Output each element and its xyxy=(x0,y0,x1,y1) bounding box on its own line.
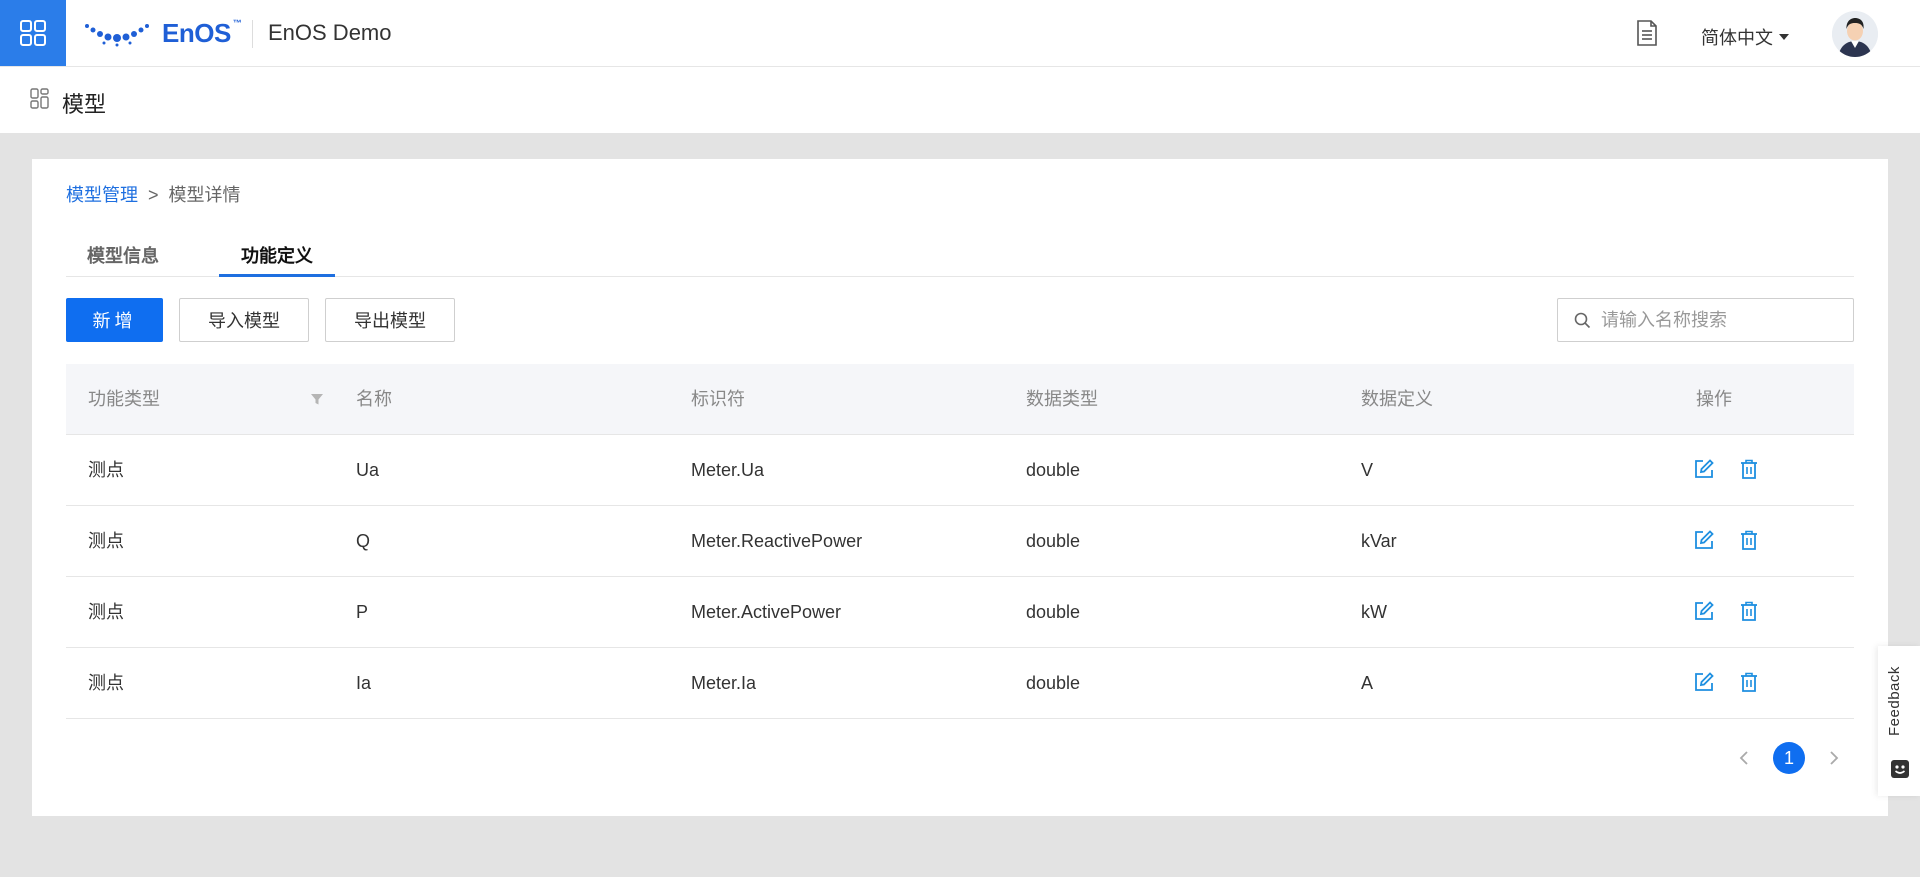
edit-icon[interactable] xyxy=(1694,530,1714,550)
cell-name: Ua xyxy=(356,460,380,480)
edit-icon[interactable] xyxy=(1694,601,1714,621)
document-icon[interactable] xyxy=(1634,19,1660,47)
delete-icon[interactable] xyxy=(1740,459,1758,479)
breadcrumb-separator: > xyxy=(148,185,159,205)
cell-data-definition: kVar xyxy=(1361,531,1397,551)
caret-down-icon xyxy=(1779,34,1789,40)
tab-bar: 模型信息 功能定义 xyxy=(66,242,1854,277)
add-button[interactable]: 新增 xyxy=(66,298,163,342)
cell-function-type: 测点 xyxy=(88,531,124,551)
cell-data-type: double xyxy=(1026,673,1081,693)
app-switcher-button[interactable] xyxy=(0,0,66,66)
cell-name: Ia xyxy=(356,673,372,693)
edit-icon[interactable] xyxy=(1694,459,1714,479)
cell-name: Q xyxy=(356,531,371,551)
column-header-data-type: 数据类型 xyxy=(1026,389,1098,409)
logo-text: EnOS ™ xyxy=(162,17,242,48)
column-header-data-definition: 数据定义 xyxy=(1361,389,1433,409)
delete-icon[interactable] xyxy=(1740,601,1758,621)
cell-data-definition: A xyxy=(1361,673,1374,693)
page-number-button[interactable]: 1 xyxy=(1773,742,1805,774)
apps-grid-icon xyxy=(20,20,46,46)
language-label: 简体中文 xyxy=(1701,28,1773,48)
cell-function-type: 测点 xyxy=(88,460,124,480)
cell-identifier: Meter.ActivePower xyxy=(691,602,842,622)
tab-function-definition[interactable]: 功能定义 xyxy=(219,242,335,277)
prev-page-button[interactable] xyxy=(1732,742,1756,774)
column-header-actions: 操作 xyxy=(1696,389,1732,409)
chevron-left-icon xyxy=(1739,751,1748,765)
delete-icon[interactable] xyxy=(1740,530,1758,550)
language-selector[interactable]: 简体中文 xyxy=(1701,24,1789,50)
table-row: 测点 Q Meter.ReactivePower double kVar xyxy=(66,506,1854,577)
enos-logo-icon xyxy=(85,24,149,47)
table-row: 测点 Ia Meter.Ia double A xyxy=(66,648,1854,719)
breadcrumb-link-model-management[interactable]: 模型管理 xyxy=(66,185,138,205)
main-card: 模型管理 > 模型详情 模型信息 功能定义 新增 导入模型 导出模型 功能类型 名称… xyxy=(32,159,1888,816)
module-icon xyxy=(30,88,49,109)
cell-function-type: 测点 xyxy=(88,673,124,693)
cell-identifier: Meter.Ua xyxy=(691,460,765,480)
cell-data-type: double xyxy=(1026,602,1081,622)
search-icon xyxy=(1574,312,1591,328)
table-row: 测点 Ua Meter.Ua double V xyxy=(66,435,1854,506)
column-header-name: 名称 xyxy=(356,389,392,409)
feedback-tab[interactable]: Feedback xyxy=(1878,646,1920,796)
filter-icon[interactable] xyxy=(310,392,324,406)
header-divider xyxy=(252,20,253,48)
top-header: EnOS ™ EnOS Demo 简体中文 xyxy=(0,0,1920,67)
feedback-face-icon xyxy=(1891,760,1909,778)
column-header-function-type: 功能类型 xyxy=(88,389,160,409)
cell-name: P xyxy=(356,602,369,622)
page-title: 模型 xyxy=(62,92,107,117)
tab-model-info[interactable]: 模型信息 xyxy=(87,242,159,274)
table-header: 功能类型 名称 标识符 数据类型 数据定义 操作 xyxy=(66,364,1854,435)
chevron-right-icon xyxy=(1830,751,1839,765)
cell-function-type: 测点 xyxy=(88,602,124,622)
cell-data-definition: V xyxy=(1361,460,1374,480)
search-box xyxy=(1557,298,1854,342)
breadcrumb: 模型管理 > 模型详情 xyxy=(66,181,241,207)
import-model-button[interactable]: 导入模型 xyxy=(179,298,309,342)
user-avatar[interactable] xyxy=(1832,11,1878,57)
export-model-button[interactable]: 导出模型 xyxy=(325,298,455,342)
org-name: EnOS Demo xyxy=(268,20,392,45)
delete-icon[interactable] xyxy=(1740,672,1758,692)
pagination: 1 xyxy=(1732,742,1846,774)
cell-identifier: Meter.Ia xyxy=(691,673,757,693)
table-row: 测点 P Meter.ActivePower double kW xyxy=(66,577,1854,648)
breadcrumb-current: 模型详情 xyxy=(168,185,241,205)
page-title-bar: 模型 xyxy=(0,67,1920,133)
feedback-label: Feedback xyxy=(1886,666,1903,736)
cell-data-definition: kW xyxy=(1361,602,1387,622)
function-table: 功能类型 名称 标识符 数据类型 数据定义 操作 测点 Ua Meter.Ua … xyxy=(66,364,1854,719)
column-header-identifier: 标识符 xyxy=(691,389,745,409)
cell-identifier: Meter.ReactivePower xyxy=(691,531,863,551)
cell-data-type: double xyxy=(1026,531,1081,551)
cell-data-type: double xyxy=(1026,460,1081,480)
enos-logo[interactable]: EnOS ™ xyxy=(84,17,242,49)
next-page-button[interactable] xyxy=(1822,742,1846,774)
edit-icon[interactable] xyxy=(1694,672,1714,692)
search-input[interactable] xyxy=(1599,308,1843,332)
